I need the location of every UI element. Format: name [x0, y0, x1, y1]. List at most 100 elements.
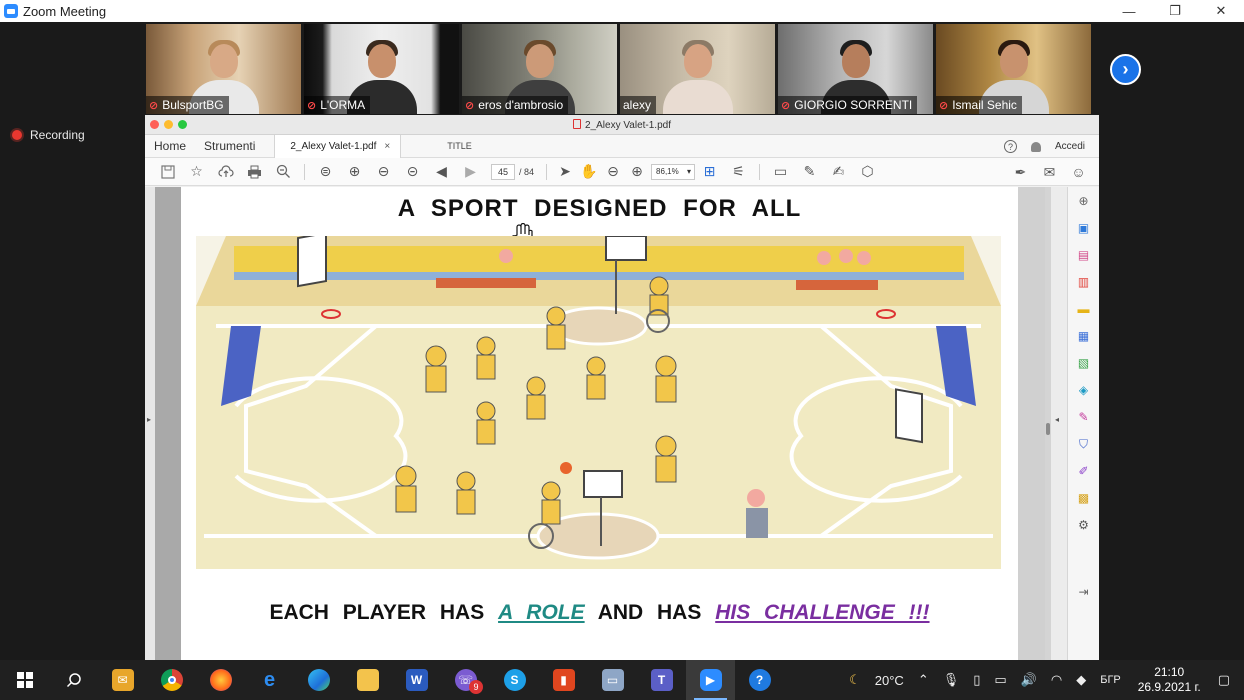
draw-icon[interactable]: ✍ — [824, 160, 853, 184]
fill-sign-icon[interactable]: ✎ — [1075, 408, 1093, 426]
weather-temp[interactable]: 20°C — [868, 673, 911, 688]
clock[interactable]: 21:10 26.9.2021 г. — [1128, 665, 1211, 695]
document-tab[interactable]: 2_Alexy Valet-1.pdf × — [274, 134, 402, 158]
chevron-right-icon: › — [1122, 59, 1129, 79]
meeting-area: ⊘ BulsportBG ⊘ L'ORMA ⊘ eros d'ambrosio … — [0, 22, 1244, 682]
send-for-review-icon[interactable]: ▩ — [1075, 489, 1093, 507]
zoom-search-icon[interactable]: ⊕ — [1075, 192, 1093, 210]
last-page-icon[interactable]: ⊝ — [398, 160, 427, 184]
microphone-icon[interactable]: 🎙 — [936, 672, 967, 688]
page-number-input[interactable]: 45 — [491, 163, 515, 180]
previous-page-icon[interactable]: ⊕ — [340, 160, 369, 184]
zoom-out-icon[interactable]: ⊖ — [601, 160, 625, 184]
comment-icon[interactable]: ▭ — [766, 160, 795, 184]
more-tools-icon[interactable]: ⚙ — [1075, 516, 1093, 534]
stamp-icon[interactable]: ⬡ — [853, 160, 882, 184]
close-tab-icon[interactable]: × — [384, 141, 390, 152]
participant-tile[interactable]: ⊘ Ismail Sehic — [936, 24, 1091, 114]
edit-pdf-icon[interactable]: ✐ — [1075, 462, 1093, 480]
fit-page-icon[interactable]: ⊞ — [695, 160, 724, 184]
highlight-pen-icon[interactable]: ✎ — [795, 160, 824, 184]
menu-home[interactable]: Home — [145, 139, 195, 153]
scroll-mode-icon[interactable]: ⊜ — [311, 160, 340, 184]
taskbar-help[interactable]: ? — [735, 660, 784, 700]
minimize-button[interactable]: — — [1106, 0, 1152, 22]
star-icon[interactable]: ☆ — [182, 160, 211, 184]
taskbar-zoom[interactable]: ▶ — [686, 660, 735, 700]
participant-tile[interactable]: ⊘ eros d'ambrosio — [462, 24, 617, 114]
taskbar-remote[interactable]: ▭ — [588, 660, 637, 700]
taskbar-search[interactable] — [49, 660, 98, 700]
start-button[interactable] — [0, 660, 49, 700]
participant-name-bar: alexy — [620, 96, 657, 114]
window-title-bar: Zoom Meeting — ❐ ✕ — [0, 0, 1244, 22]
left-panel-toggle[interactable]: ▸ — [145, 187, 155, 682]
tools-side-panel: ⊕ ▣ ▤ ▥ ▬ ▦ ▧ ◈ ✎ ⛉ ✐ ▩ ⚙ ⇥ — [1067, 187, 1099, 682]
taskbar-skype[interactable]: S — [490, 660, 539, 700]
taskbar-firefox[interactable] — [196, 660, 245, 700]
participant-tile[interactable]: ⊘ GIORGIO SORRENTI — [778, 24, 933, 114]
document-tab-title[interactable]: TITLE — [447, 141, 472, 151]
zoom-out-search-icon[interactable] — [269, 160, 298, 184]
teams-icon: T — [650, 669, 673, 691]
create-pdf-icon[interactable]: ▣ — [1075, 219, 1093, 237]
mic-muted-icon: ⊘ — [939, 99, 949, 112]
taskbar-explorer[interactable] — [343, 660, 392, 700]
taskbar-ie[interactable]: e — [245, 660, 294, 700]
select-cursor-icon[interactable]: ➤ — [553, 160, 577, 184]
collapse-panel-icon[interactable]: ⇥ — [1075, 583, 1093, 601]
taskbar-edge[interactable] — [294, 660, 343, 700]
read-mode-icon[interactable]: ⚟ — [724, 160, 753, 184]
comment-tool-icon[interactable]: ▬ — [1075, 300, 1093, 318]
right-panel-toggle[interactable]: ◂ — [1051, 187, 1067, 682]
export-pdf-icon[interactable]: ▥ — [1075, 273, 1093, 291]
organize-pages-icon[interactable]: ▤ — [1075, 246, 1093, 264]
menu-tools[interactable]: Strumenti — [195, 139, 264, 153]
compress-pdf-icon[interactable]: ▧ — [1075, 354, 1093, 372]
taskbar-mail[interactable]: ✉ — [98, 660, 147, 700]
recording-indicator[interactable]: Recording — [12, 128, 85, 142]
taskbar-word[interactable]: W — [392, 660, 441, 700]
next-page-icon[interactable]: ⊖ — [369, 160, 398, 184]
scroll-thumb[interactable] — [1046, 423, 1050, 435]
language-indicator[interactable]: БГР — [1093, 674, 1128, 686]
print-icon[interactable] — [240, 160, 269, 184]
device-icon[interactable]: ▯ — [966, 672, 987, 688]
cloud-upload-icon[interactable] — [211, 160, 240, 184]
pdf-page[interactable]: A SPORT DESIGNED FOR ALL EACH PLAYER HAS… — [181, 187, 1018, 682]
protect-shield-icon[interactable]: ⛉ — [1075, 435, 1093, 453]
wifi-icon[interactable]: ◠ — [1044, 672, 1069, 688]
hand-tool-icon[interactable]: ✋ — [577, 160, 601, 184]
sign-icon[interactable]: ✒ — [1006, 160, 1035, 184]
close-button[interactable]: ✕ — [1198, 0, 1244, 22]
battery-icon[interactable]: ▭ — [987, 672, 1013, 688]
taskbar-teams[interactable]: T — [637, 660, 686, 700]
help-icon[interactable]: ? — [1003, 140, 1017, 153]
dropbox-icon[interactable]: ◆ — [1069, 672, 1093, 688]
back-icon[interactable]: ◀ — [427, 160, 456, 184]
participant-name: BulsportBG — [162, 98, 224, 112]
combine-files-icon[interactable]: ▦ — [1075, 327, 1093, 345]
sign-in-link[interactable]: Accedi — [1055, 141, 1085, 152]
volume-icon[interactable]: 🔊 — [1014, 672, 1044, 688]
zoom-level-select[interactable]: 86,1% — [651, 163, 696, 180]
participant-name-bar: ⊘ BulsportBG — [146, 96, 229, 114]
email-icon[interactable]: ✉ — [1035, 160, 1064, 184]
participant-tile-active-speaker[interactable]: alexy — [620, 24, 775, 114]
participant-tile[interactable]: ⊘ BulsportBG — [146, 24, 301, 114]
share-user-icon[interactable]: ☺ — [1064, 160, 1093, 184]
taskbar-chrome[interactable] — [147, 660, 196, 700]
scan-ocr-icon[interactable]: ◈ — [1075, 381, 1093, 399]
restore-button[interactable]: ❐ — [1152, 0, 1198, 22]
clock-date: 26.9.2021 г. — [1137, 680, 1201, 694]
show-hidden-icons[interactable]: ⌃ — [911, 672, 936, 688]
forward-icon[interactable]: ▶ — [456, 160, 485, 184]
participant-tile[interactable]: ⊘ L'ORMA — [304, 24, 459, 114]
save-icon[interactable] — [153, 160, 182, 184]
taskbar-office[interactable]: ▮ — [539, 660, 588, 700]
bell-icon[interactable] — [1030, 141, 1041, 152]
notifications-icon[interactable]: ▢ — [1211, 672, 1244, 688]
gallery-next-button[interactable]: › — [1110, 54, 1141, 85]
zoom-in-icon[interactable]: ⊕ — [625, 160, 649, 184]
taskbar-viber[interactable]: ☏ 9 — [441, 660, 490, 700]
